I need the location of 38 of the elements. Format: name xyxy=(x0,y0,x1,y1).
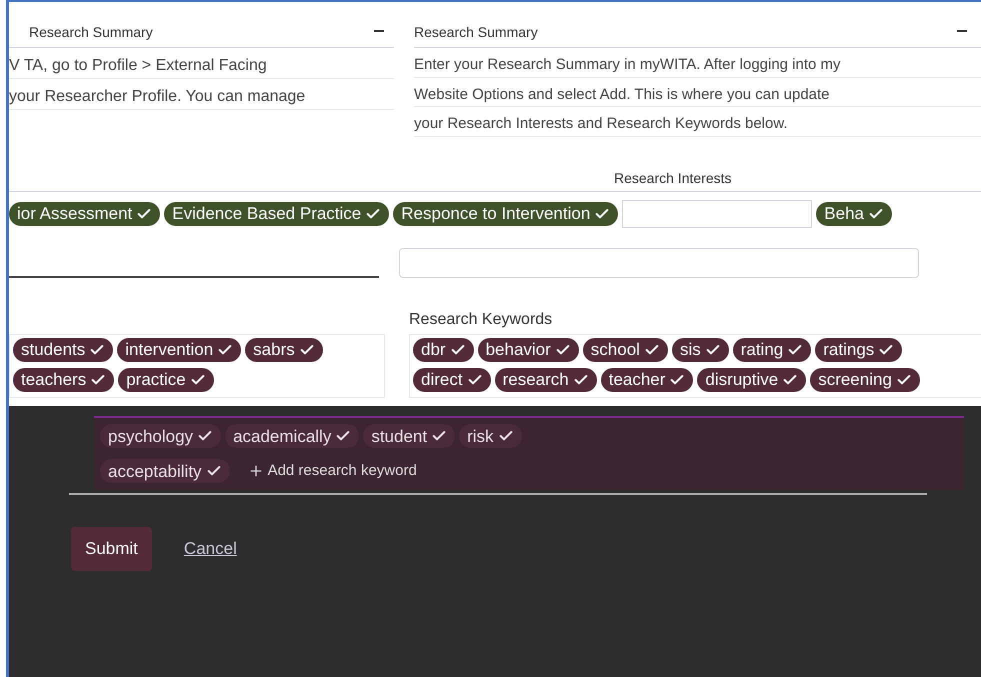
field-label: Research Summary xyxy=(29,23,153,42)
keyword-chip[interactable]: students xyxy=(13,338,114,362)
cancel-link[interactable]: Cancel xyxy=(184,536,237,562)
keyword-chip[interactable]: Responce to Intervention xyxy=(393,202,618,226)
keyword-chip[interactable]: dbr xyxy=(413,338,474,362)
keyword-chip[interactable]: ratings xyxy=(815,338,902,362)
keyword-chip[interactable]: ior Assessment xyxy=(9,202,160,226)
keyword-chip[interactable]: rating xyxy=(732,338,812,362)
keyword-chip[interactable]: screening xyxy=(810,368,920,392)
keyword-chip[interactable]: psychology xyxy=(100,424,222,448)
keyword-chip[interactable]: teacher xyxy=(600,368,694,392)
keyword-chip[interactable]: risk xyxy=(459,424,522,448)
keyword-chip[interactable]: Evidence Based Practice xyxy=(164,202,390,226)
keyword-chip[interactable]: disruptive xyxy=(697,368,806,392)
help-text: Website Options and select Add. This is where you can update xyxy=(414,84,981,107)
keyword-chip[interactable]: intervention xyxy=(117,338,242,362)
keyword-chip[interactable]: direct xyxy=(413,368,491,392)
help-text: Enter your Research Summary in myWITA. After logging into my xyxy=(414,54,981,78)
keyword-chip[interactable]: sis xyxy=(672,338,729,362)
field-label: Research Summary xyxy=(414,23,538,42)
submit-button[interactable]: Submit xyxy=(71,527,152,571)
field-label: Research Keywords xyxy=(409,310,552,328)
help-text: your Research Interests and Research Keywords below. xyxy=(414,113,981,136)
keyword-chip[interactable]: research xyxy=(494,368,597,392)
keyword-chip[interactable]: behavior xyxy=(478,338,579,362)
keyword-chip[interactable]: school xyxy=(582,338,668,362)
keyword-chip[interactable]: student xyxy=(363,424,456,448)
plus-icon xyxy=(248,463,264,479)
keyword-chip[interactable]: teachers xyxy=(13,368,114,392)
add-keyword-button[interactable]: Add research keyword xyxy=(240,458,425,484)
keyword-chip[interactable]: sabrs xyxy=(245,338,323,362)
help-text: your Researcher Profile. You can manage xyxy=(9,85,394,110)
keyword-chip[interactable]: practice xyxy=(118,368,214,392)
keyword-chip[interactable]: Beha xyxy=(816,202,892,226)
keyword-chip[interactable]: acceptability xyxy=(100,459,230,483)
field-label: Research Interests xyxy=(614,170,732,186)
help-text: V TA, go to Profile > External Facing xyxy=(9,54,394,79)
keyword-chip[interactable]: academically xyxy=(225,424,360,448)
